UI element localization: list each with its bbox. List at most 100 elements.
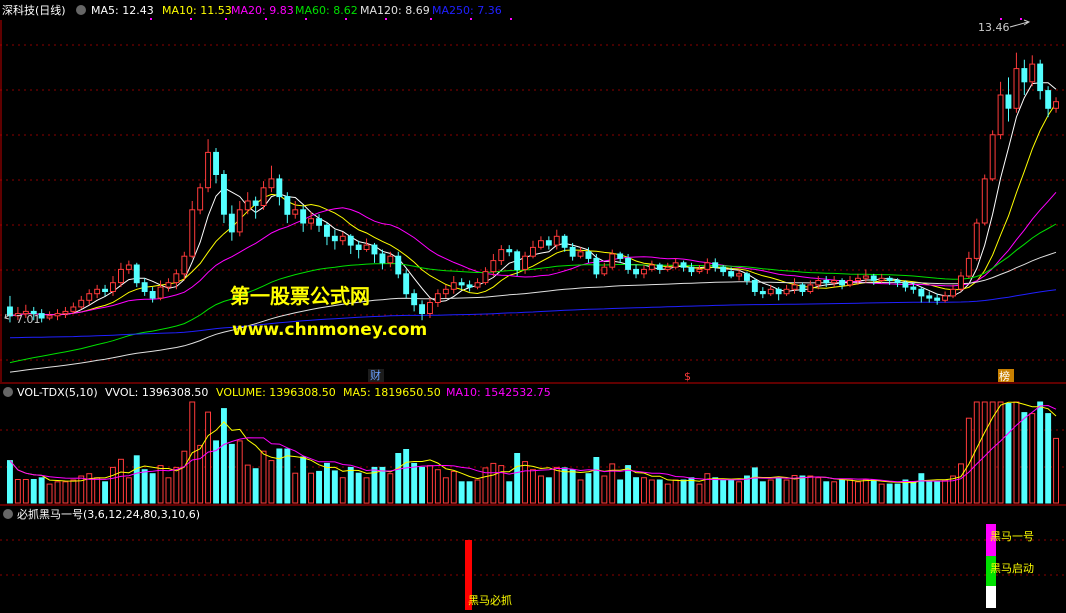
- candle-up: [989, 134, 996, 180]
- volume-bar-up: [862, 479, 869, 504]
- volume-bar-down: [775, 477, 782, 504]
- volume-bar-up: [736, 481, 742, 504]
- watermark-line1: 第一股票公式网: [230, 284, 370, 308]
- volume-bar-down: [221, 408, 227, 504]
- volume-bar-up: [696, 483, 703, 504]
- volume-bar-down: [403, 449, 410, 504]
- volume-bar-down: [918, 473, 925, 504]
- marker-dollar[interactable]: $: [684, 370, 691, 383]
- candle-up: [118, 268, 124, 284]
- candle-up: [664, 266, 671, 270]
- stock-chart: 深科技(日线) MA5: 12.43 MA10: 11.53 MA20: 9.8…: [0, 0, 1066, 613]
- candle-down: [1005, 94, 1012, 109]
- candle-up: [125, 264, 132, 270]
- header-dot: [150, 18, 152, 20]
- volume-bar-up: [538, 475, 544, 504]
- candle-up: [268, 178, 275, 189]
- volume-title: VOL-TDX(5,10): [17, 386, 98, 399]
- candle-down: [252, 200, 259, 206]
- candle-up: [736, 273, 742, 277]
- volume-bar-down: [886, 483, 893, 504]
- chevron-down-icon[interactable]: [3, 509, 13, 519]
- signal-bizhua-label: 黑马必抓: [468, 593, 512, 607]
- volume-bar-up: [434, 469, 441, 504]
- volume-bar-down: [102, 481, 108, 504]
- candle-up: [672, 262, 679, 268]
- volume-bar-up: [268, 460, 275, 504]
- candle-down: [870, 275, 877, 281]
- volume-bar-up: [530, 469, 536, 504]
- volume-bar-up: [260, 450, 267, 504]
- volume-bar-up: [553, 466, 560, 504]
- marker-bang[interactable]: 榜: [999, 369, 1010, 383]
- volume-bar-down: [419, 466, 426, 504]
- volume-bar-up: [648, 479, 655, 504]
- candle-down: [561, 235, 568, 248]
- candle-down: [213, 151, 220, 175]
- volume-bar-down: [839, 479, 845, 504]
- volume-bar-down: [633, 477, 639, 504]
- volume-bar-up: [125, 477, 132, 504]
- candle-up: [110, 282, 116, 293]
- candle-down: [902, 282, 909, 288]
- header-dot: [190, 18, 192, 20]
- candle-up: [601, 266, 608, 275]
- candle-up: [498, 249, 505, 262]
- candle-up: [490, 260, 497, 273]
- volume-bar-down: [228, 443, 235, 504]
- header-dot: [385, 18, 387, 20]
- volume-bar-down: [514, 453, 521, 504]
- volume-bar-up: [490, 462, 497, 504]
- volume-bar-down: [759, 481, 766, 504]
- candle-down: [133, 264, 140, 284]
- volume-bar-up: [442, 477, 449, 504]
- volume-bar-up: [62, 481, 69, 504]
- volume-bar-down: [316, 470, 323, 504]
- volume-bar-down: [902, 479, 909, 504]
- candle-up: [855, 277, 861, 281]
- candle-up: [522, 255, 528, 270]
- volume-bar-down: [506, 481, 513, 504]
- candle-up: [862, 275, 869, 279]
- volume-bar-up: [783, 479, 790, 504]
- candle-up: [997, 94, 1004, 136]
- candle-down: [300, 209, 307, 224]
- candle-up: [1029, 63, 1036, 83]
- candle-down: [149, 291, 156, 299]
- candle-down: [379, 253, 386, 264]
- candle-down: [585, 251, 592, 259]
- volume-bar-up: [205, 411, 212, 504]
- volume-bar-up: [847, 479, 853, 504]
- volume-bar-down: [1037, 401, 1044, 504]
- header-dot: [305, 18, 307, 20]
- volume-bar-down: [466, 481, 473, 504]
- header-dot: [430, 18, 432, 20]
- candle-down: [680, 262, 687, 268]
- candle-down: [720, 266, 727, 273]
- volume-bar-down: [569, 469, 576, 504]
- watermark-line2: www.chnmoney.com: [232, 320, 427, 340]
- ma120-label: MA120: 8.69: [360, 4, 430, 17]
- volume-bar-down: [7, 460, 13, 504]
- candle-up: [450, 282, 457, 290]
- volume-bar-up: [807, 475, 814, 504]
- chevron-down-icon[interactable]: [76, 5, 86, 15]
- candle-down: [545, 240, 552, 246]
- candle-down: [1021, 68, 1028, 83]
- volume-bar-up: [878, 483, 885, 504]
- chevron-down-icon[interactable]: [3, 387, 13, 397]
- candle-down: [744, 273, 750, 281]
- volume-bar-down: [799, 475, 806, 504]
- volume-bar-up: [1029, 413, 1036, 504]
- candle-up: [165, 282, 172, 288]
- volume-bar-up: [94, 477, 101, 504]
- candle-down: [395, 255, 402, 275]
- marker-cai[interactable]: 财: [370, 368, 381, 382]
- volume-bar-up: [831, 481, 838, 504]
- candle-down: [775, 288, 782, 295]
- volume-bar-down: [934, 481, 941, 504]
- candle-down: [593, 257, 600, 275]
- signal-qidong-label: 黑马启动: [990, 562, 1034, 575]
- candle-up: [1053, 101, 1059, 109]
- candle-down: [102, 288, 108, 292]
